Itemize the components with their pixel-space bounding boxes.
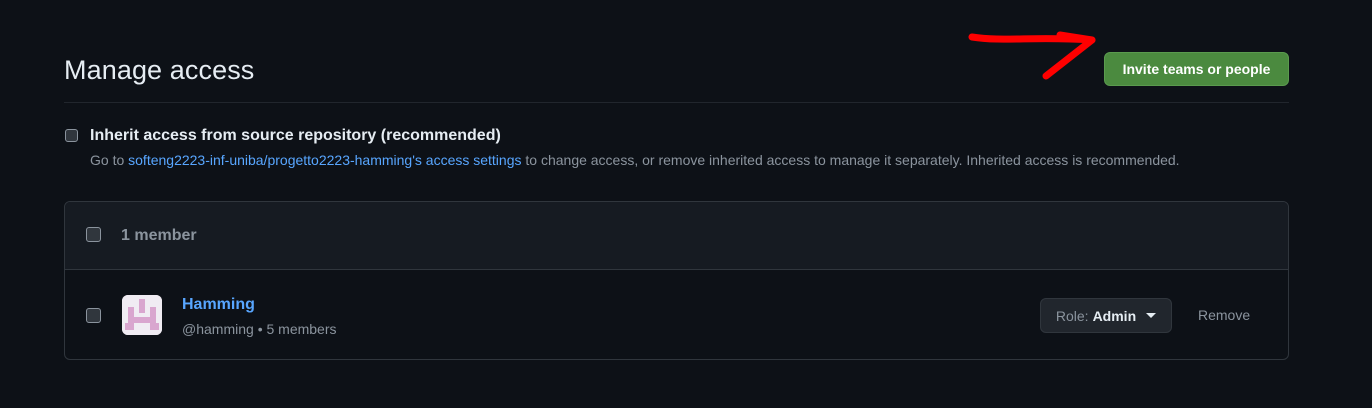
inherit-access-description: Go to softeng2223-inf-uniba/progetto2223… — [90, 152, 1180, 168]
member-select-checkbox[interactable] — [86, 308, 101, 323]
source-repo-access-settings-link[interactable]: softeng2223-inf-uniba/progetto2223-hammi… — [128, 152, 521, 168]
hamming-team-logo — [122, 295, 162, 335]
inherit-desc-prefix: Go to — [90, 152, 129, 168]
members-list: 1 member Hamming @hamming • 5 members Ro… — [64, 201, 1289, 360]
inherit-access-label: Inherit access from source repository (r… — [90, 127, 501, 144]
role-dropdown[interactable]: Role: Admin — [1040, 298, 1172, 333]
page-title: Manage access — [64, 55, 255, 85]
member-handle: @hamming — [182, 321, 254, 337]
red-arrow-annotation — [968, 31, 1096, 80]
manage-access-header: Manage access Invite teams or people — [64, 52, 1289, 103]
inherit-desc-suffix: to change access, or remove inherited ac… — [521, 152, 1180, 168]
member-count: 1 member — [121, 227, 197, 244]
caret-down-icon — [1146, 313, 1157, 318]
role-value: Admin — [1092, 307, 1137, 324]
member-row: Hamming @hamming • 5 members Role: Admin… — [65, 270, 1288, 359]
hamming-logo-icon — [122, 295, 162, 335]
remove-member-button[interactable]: Remove — [1198, 307, 1250, 323]
select-all-members-checkbox[interactable] — [86, 227, 101, 242]
invite-teams-or-people-button[interactable]: Invite teams or people — [1104, 52, 1289, 86]
members-list-header: 1 member — [65, 202, 1288, 270]
member-meta: @hamming • 5 members — [182, 321, 337, 337]
meta-separator: • — [257, 321, 263, 337]
member-name-link[interactable]: Hamming — [182, 296, 255, 314]
inherit-access-checkbox[interactable] — [65, 129, 78, 142]
member-team-size: 5 members — [266, 321, 337, 337]
role-prefix: Role: — [1055, 307, 1089, 324]
